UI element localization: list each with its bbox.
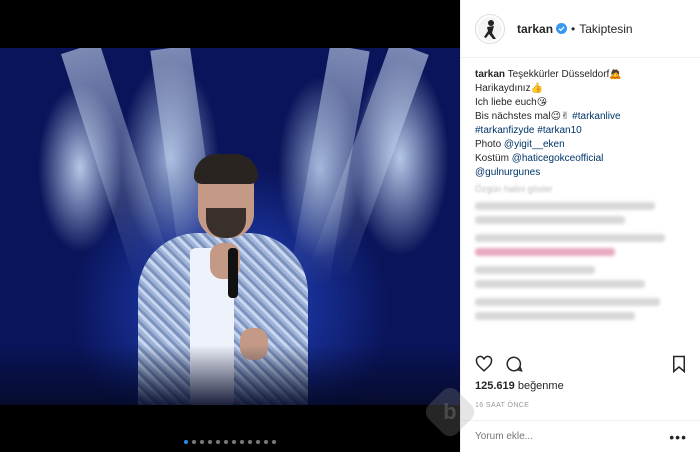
comment-row — [475, 216, 625, 224]
carousel-dot[interactable] — [232, 440, 236, 444]
hashtag-link[interactable]: #tarkan10 — [537, 125, 581, 136]
carousel-dot[interactable] — [272, 440, 276, 444]
hashtag-link[interactable]: #tarkanlive — [572, 111, 620, 122]
username[interactable]: tarkan — [517, 22, 553, 36]
post-side-panel: tarkan • Takiptesin tarkan Teşekkürler D… — [460, 0, 700, 452]
comment-row — [475, 202, 655, 210]
mention-link[interactable]: @gulnurgunes — [475, 167, 540, 178]
hashtag-link[interactable]: #tarkanfizyde — [475, 125, 534, 136]
bookmark-icon[interactable] — [671, 355, 687, 373]
singer-hair — [194, 154, 258, 184]
carousel-dot[interactable] — [208, 440, 212, 444]
like-count[interactable]: 125.619 beğenme — [475, 380, 564, 392]
mention-link[interactable]: @haticegokceofficial — [512, 153, 604, 164]
avatar-silhouette-icon — [478, 16, 502, 41]
carousel-indicator — [0, 440, 460, 448]
caption-line-1: Teşekkürler Düsseldorf🙇 — [507, 69, 622, 80]
comment-input[interactable] — [475, 431, 670, 442]
comment-row — [475, 280, 645, 288]
post-timestamp: 16 SAAT ÖNCE — [475, 402, 530, 409]
follow-status-button[interactable]: Takiptesin — [579, 22, 632, 36]
more-options-icon[interactable]: ••• — [669, 429, 687, 445]
see-original-link[interactable]: Özgün halini göster — [475, 182, 686, 196]
carousel-dot[interactable] — [248, 440, 252, 444]
costume-credit-label: Kostüm — [475, 153, 512, 164]
carousel-dot[interactable] — [192, 440, 196, 444]
caption-line-3: Ich liebe euch😘 — [475, 97, 548, 108]
comment-row — [475, 298, 660, 306]
carousel-dot[interactable] — [264, 440, 268, 444]
carousel-dot[interactable] — [256, 440, 260, 444]
comment-bar: ••• — [461, 420, 700, 452]
comments-list — [461, 202, 700, 320]
comment-row — [475, 312, 635, 320]
verified-badge-icon — [556, 23, 568, 34]
mention-link[interactable]: @yigit__eken — [504, 139, 565, 150]
avatar[interactable] — [475, 13, 505, 44]
post-actions — [461, 352, 700, 376]
post-photo[interactable] — [0, 48, 460, 405]
comment-icon[interactable] — [505, 355, 523, 373]
carousel-dot[interactable] — [184, 440, 188, 444]
caption-author[interactable]: tarkan — [475, 69, 505, 80]
heart-icon[interactable] — [475, 355, 493, 373]
post-caption: tarkan Teşekkürler Düsseldorf🙇 Harikaydı… — [461, 58, 700, 196]
carousel-dot[interactable] — [224, 440, 228, 444]
post-header: tarkan • Takiptesin — [461, 0, 700, 58]
caption-line-4: Bis nächstes mal😉✌ — [475, 111, 570, 122]
photo-credit-label: Photo — [475, 139, 504, 150]
media-viewer — [0, 0, 460, 452]
separator-dot: • — [571, 21, 576, 36]
microphone — [228, 248, 238, 298]
comment-row — [475, 248, 615, 256]
comment-row — [475, 266, 595, 274]
comment-row — [475, 234, 665, 242]
carousel-dot[interactable] — [240, 440, 244, 444]
carousel-dot[interactable] — [216, 440, 220, 444]
caption-line-2: Harikaydınız👍 — [475, 83, 544, 94]
carousel-dot[interactable] — [200, 440, 204, 444]
